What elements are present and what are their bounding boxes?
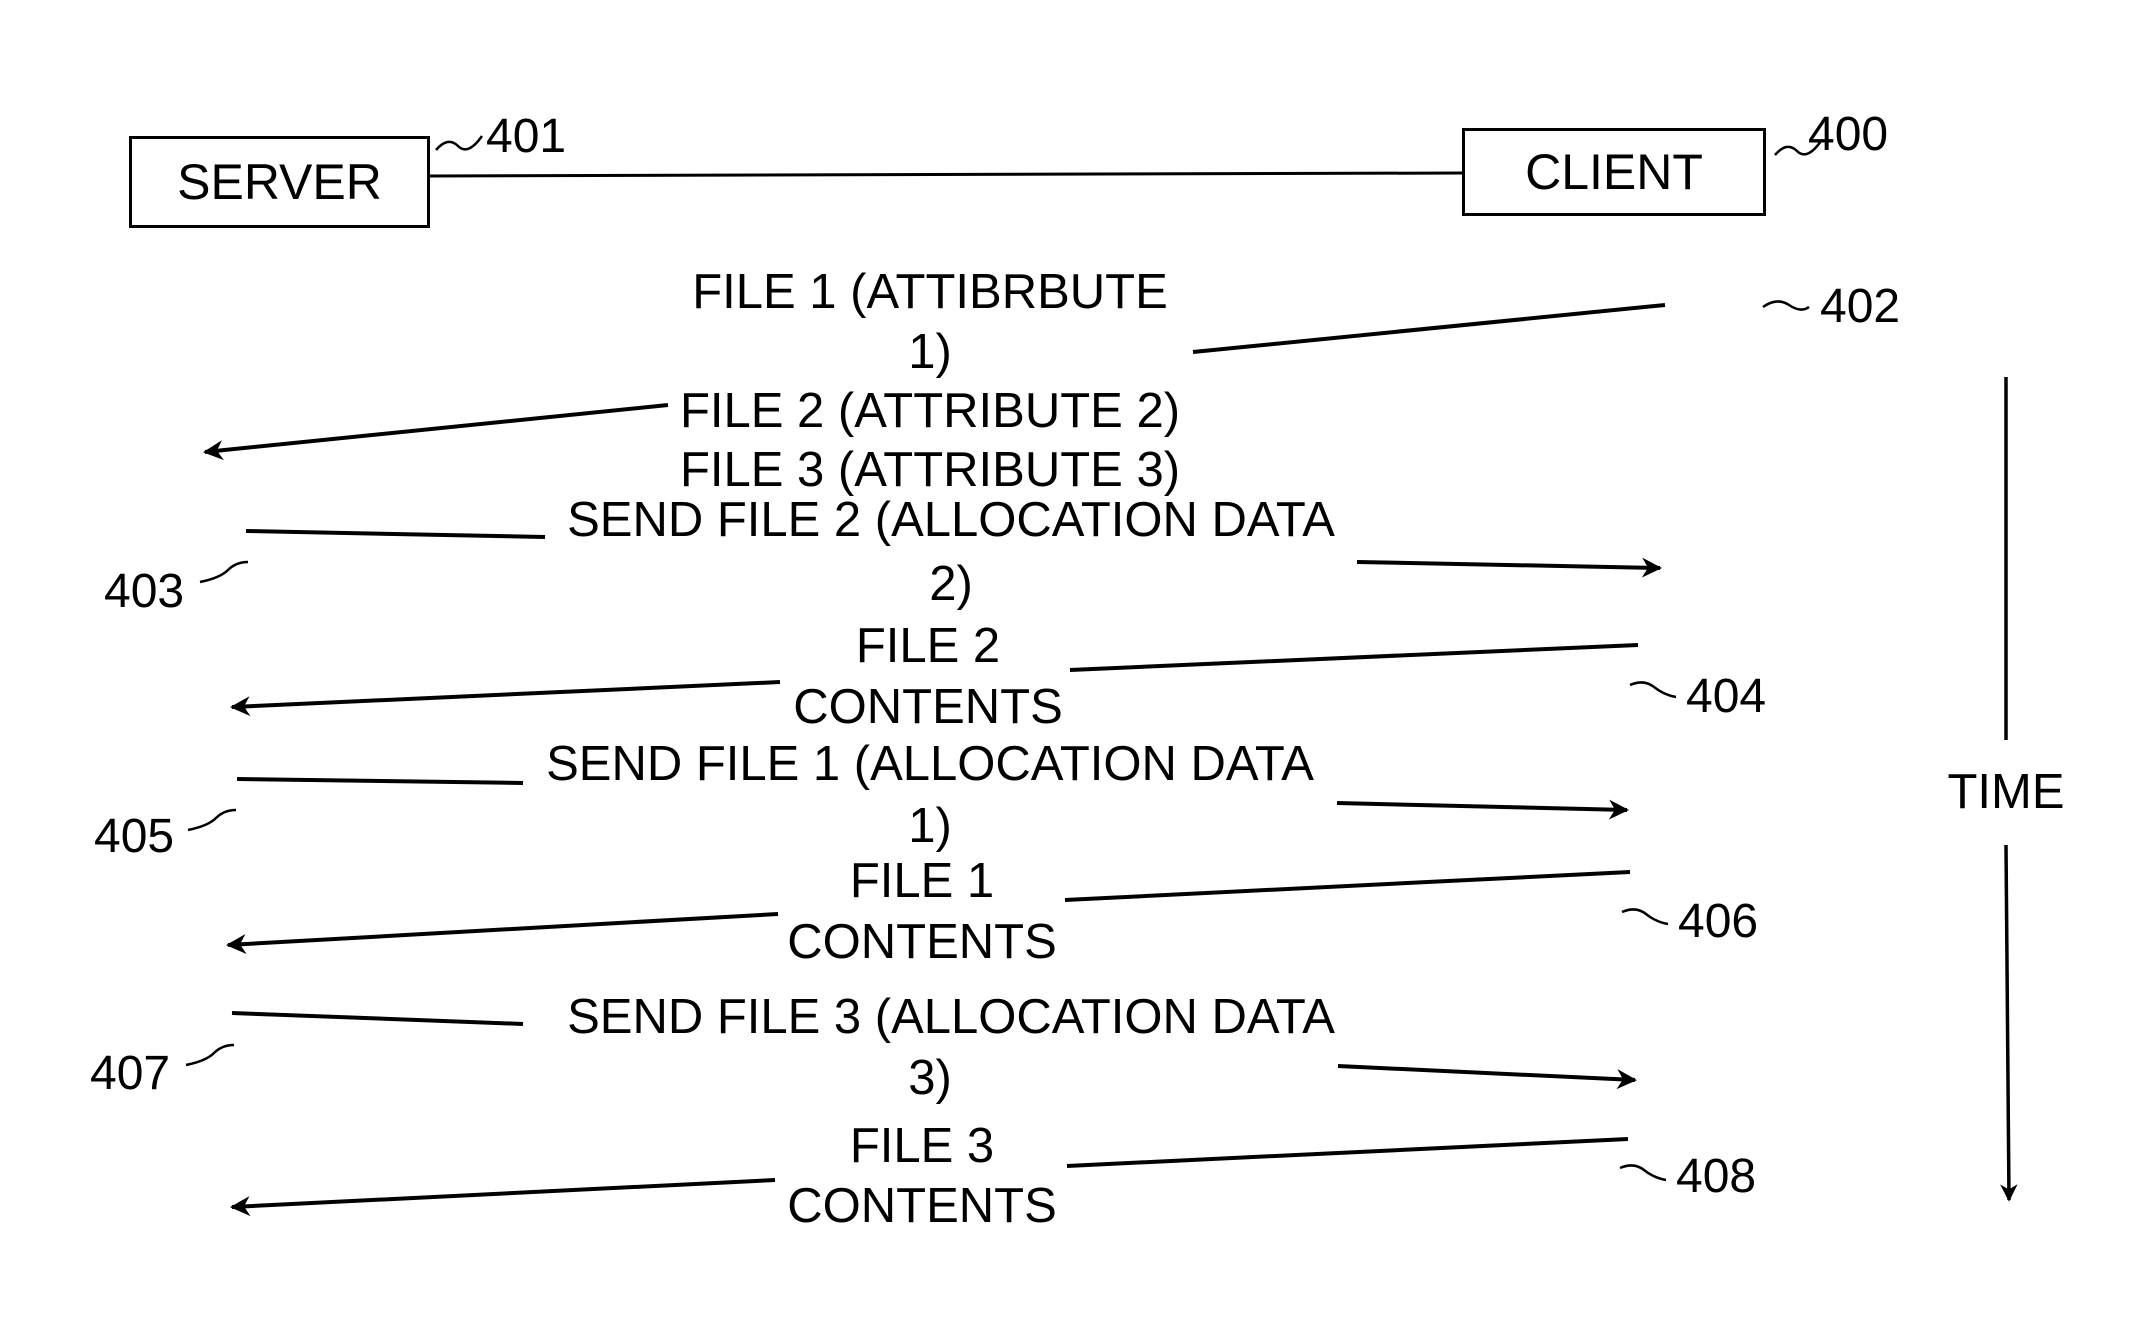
message-403-line-left [245, 529, 546, 539]
message-405-text-1: SEND FILE 1 (ALLOCATION DATA [546, 737, 1314, 791]
ref-402-leader [1762, 300, 1810, 311]
ref-401-leader [435, 135, 484, 151]
message-407-arrow [1337, 1064, 1637, 1090]
server-box: SERVER [129, 136, 430, 228]
ref-403: 403 [104, 565, 185, 618]
sequence-diagram: SERVER CLIENT 401 400 FILE 1 (ATTIBRBUTE… [0, 0, 2152, 1337]
ref-407: 407 [90, 1047, 171, 1100]
client-box: CLIENT [1462, 128, 1766, 216]
message-402-line-right [1192, 303, 1666, 354]
ref-402: 402 [1820, 280, 1901, 333]
ref-406-leader [1621, 908, 1669, 926]
message-402-arrow [203, 403, 669, 461]
server-client-link [429, 171, 1463, 178]
message-407-line-left [231, 1011, 524, 1026]
message-407-text-1: SEND FILE 3 (ALLOCATION DATA [567, 990, 1335, 1044]
ref-404-leader [1629, 681, 1677, 699]
ref-408: 408 [1676, 1150, 1757, 1203]
ref-401: 401 [486, 110, 567, 163]
message-403-text-2: 2) [929, 557, 973, 611]
ref-403-leader [199, 560, 249, 584]
message-404-text-1: FILE 2 [855, 619, 1001, 673]
ref-404: 404 [1686, 670, 1767, 723]
message-406-text-1: FILE 1 [849, 854, 995, 908]
message-405-line-left [236, 777, 524, 785]
message-404-arrow [230, 680, 781, 717]
message-407-text-2: 3) [908, 1051, 952, 1105]
message-408-arrow [230, 1178, 776, 1217]
ref-400: 400 [1808, 108, 1889, 161]
ref-406: 406 [1678, 895, 1759, 948]
client-label: CLIENT [1525, 144, 1703, 200]
server-label: SERVER [177, 154, 382, 210]
time-axis-label: TIME [1947, 765, 2065, 819]
message-408-line-right [1066, 1137, 1629, 1168]
message-408-text-1: FILE 3 [849, 1119, 995, 1173]
message-403-text-1: SEND FILE 2 (ALLOCATION DATA [567, 493, 1335, 547]
message-405-text-2: 1) [908, 799, 952, 853]
message-402-text-1: FILE 1 (ATTIBRBUTE [692, 265, 1168, 319]
ref-408-leader [1619, 1164, 1667, 1182]
message-404-line-right [1069, 643, 1639, 672]
message-402-text-2: 1) [908, 325, 952, 379]
ref-405: 405 [94, 810, 175, 863]
ref-407-leader [185, 1043, 235, 1067]
message-408-text-2: CONTENTS [787, 1179, 1057, 1233]
ref-405-leader [187, 808, 237, 832]
message-406-line-right [1064, 870, 1631, 902]
message-402-text-4: FILE 3 (ATTRIBUTE 3) [679, 443, 1181, 497]
message-406-arrow [226, 912, 779, 954]
message-402-text-3: FILE 2 (ATTRIBUTE 2) [679, 384, 1181, 438]
time-axis-lower [2000, 844, 2018, 1202]
message-404-text-2: CONTENTS [793, 680, 1063, 734]
message-405-arrow [1336, 799, 1629, 820]
message-406-text-2: CONTENTS [787, 915, 1057, 969]
message-403-arrow [1356, 557, 1662, 578]
